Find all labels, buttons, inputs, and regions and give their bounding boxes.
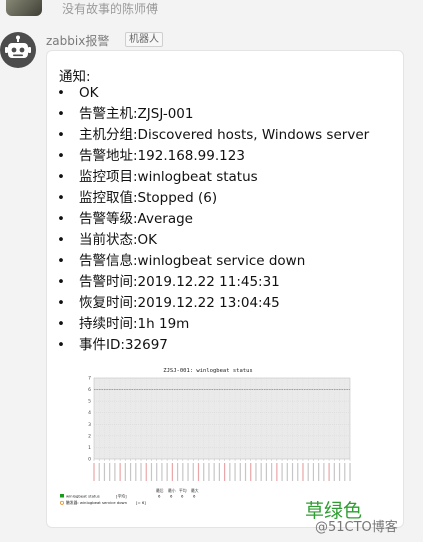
x-tick-label: [208, 463, 210, 481]
x-tick-label: [203, 463, 205, 481]
x-tick-label: [312, 463, 315, 481]
list-item: • 监控项目:winlogbeat status: [57, 169, 258, 185]
notice-title: 通知:: [59, 69, 91, 85]
legend-column-header: 最大: [191, 488, 199, 493]
x-tick-label: [265, 463, 268, 481]
x-tick-label: [234, 463, 236, 481]
x-tick-label: [271, 463, 273, 481]
x-tick-label: [318, 463, 320, 481]
watermark-blog-text: @51CTO博客: [315, 520, 398, 535]
previous-sender-avatar[interactable]: [6, 0, 42, 16]
list-item: • 恢复时间:2019.12.22 13:04:45: [57, 295, 280, 311]
x-tick-label: [187, 463, 189, 481]
x-tick-label: [140, 463, 142, 481]
x-tick-label: [213, 463, 215, 481]
x-tick-label: [171, 463, 173, 481]
x-tick-label: [244, 463, 247, 481]
x-tick-label: [349, 463, 351, 481]
x-tick-label: [323, 463, 325, 481]
list-item: • 告警信息:winlogbeat service down: [57, 253, 306, 269]
x-tick-label: [260, 463, 262, 481]
list-item: • 告警地址:192.168.99.123: [57, 148, 245, 164]
list-item: • 持续时间:1h 19m: [57, 316, 190, 332]
legend-swatch-series: [60, 494, 64, 498]
x-tick-label: [150, 463, 153, 481]
x-tick-label: [145, 463, 147, 481]
legend-column-header: 最小: [168, 488, 176, 493]
list-item: • 告警主机:ZJSJ-001: [57, 106, 194, 122]
x-tick-label: [281, 463, 283, 481]
plot-area: [93, 377, 351, 460]
x-tick-label: [156, 463, 158, 481]
x-tick-label: [119, 463, 121, 481]
list-item: • 事件ID:32697: [57, 337, 168, 353]
previous-sender-name: 没有故事的陈师傅: [62, 2, 159, 16]
x-tick-label: [135, 463, 137, 481]
x-tick-label: [114, 463, 116, 481]
status-graph: ZJSJ-001: winlogbeat status 0 1 2 3 4 5 6 7 最后 最小平…: [58, 364, 358, 514]
list-item: • 当前状态:OK: [57, 232, 158, 248]
x-tick-label: [218, 463, 220, 481]
list-item: • 告警时间:2019.12.22 11:45:31: [57, 274, 280, 290]
x-tick-label: [250, 463, 252, 481]
y-tick-label: 2: [88, 433, 91, 439]
robot-icon: [5, 35, 31, 58]
x-tick-label: [344, 463, 346, 481]
x-tick-label: [239, 463, 241, 481]
x-tick-label: [297, 463, 299, 481]
y-tick-label: 0: [88, 457, 91, 463]
x-tick-label: [302, 463, 304, 481]
legend-label-trigger: 触发器: winlogbeat service down: [66, 500, 128, 505]
list-item: • 主机分组:Discovered hosts, Windows server: [57, 127, 370, 143]
alert-details-list: • OK • 告警主机:ZJSJ-001 • 主机分组:Discovered host…: [57, 83, 369, 356]
sender-name[interactable]: zabbix报警: [46, 32, 109, 49]
x-tick-label: [291, 463, 294, 481]
list-item: • 监控取值:Stopped (6): [57, 190, 218, 206]
x-tick-label: [161, 463, 163, 481]
x-tick-label: [129, 463, 132, 481]
x-tick-label: [276, 463, 278, 481]
x-tick-label: [255, 463, 257, 481]
x-tick-label: [224, 463, 226, 481]
legend-column-header: 平均: [179, 488, 187, 493]
x-tick-label: [197, 463, 200, 481]
x-tick-label: [192, 463, 194, 481]
x-tick-label: [124, 463, 126, 481]
x-tick-label: [93, 463, 95, 481]
list-item: • 告警等级:Average: [57, 211, 193, 227]
chart-title: ZJSJ-001: winlogbeat status: [163, 368, 252, 374]
y-tick-label: 4: [88, 410, 91, 416]
graph-image[interactable]: ZJSJ-001: winlogbeat status 0 1 2 3 4 5 6 7 最后 最小平…: [58, 364, 358, 514]
message-bubble[interactable]: 通知: • OK • 告警主机:ZJSJ-001 • 主机分组:Discovered …: [46, 50, 404, 528]
x-tick-label: [176, 463, 179, 481]
list-item: • OK: [57, 85, 99, 101]
x-tick-label: [229, 463, 231, 481]
x-tick-label: [182, 463, 184, 481]
y-tick-label: 6: [88, 387, 91, 393]
x-tick-label: [338, 463, 341, 481]
robot-badge: 机器人: [125, 32, 163, 47]
y-tick-label: 3: [88, 422, 91, 428]
y-tick-label: 1: [88, 445, 91, 451]
x-tick-label: [328, 463, 330, 481]
y-tick-label: 5: [88, 399, 91, 405]
x-tick-label: [307, 463, 309, 481]
x-tick-label: [286, 463, 288, 481]
x-tick-label: [98, 463, 100, 481]
legend-column-header: 最后: [156, 488, 164, 493]
x-tick-label: [103, 463, 106, 481]
x-tick-label: [333, 463, 335, 481]
robot-avatar[interactable]: [0, 32, 36, 68]
x-tick-label: [109, 463, 111, 481]
legend-label-series: winlogbeat status: [66, 494, 100, 499]
legend-agg-trigger: [= 6]: [136, 500, 146, 505]
legend-agg-series: [平均]: [116, 494, 127, 499]
x-tick-label: [166, 463, 168, 481]
y-tick-label: 7: [88, 376, 91, 382]
